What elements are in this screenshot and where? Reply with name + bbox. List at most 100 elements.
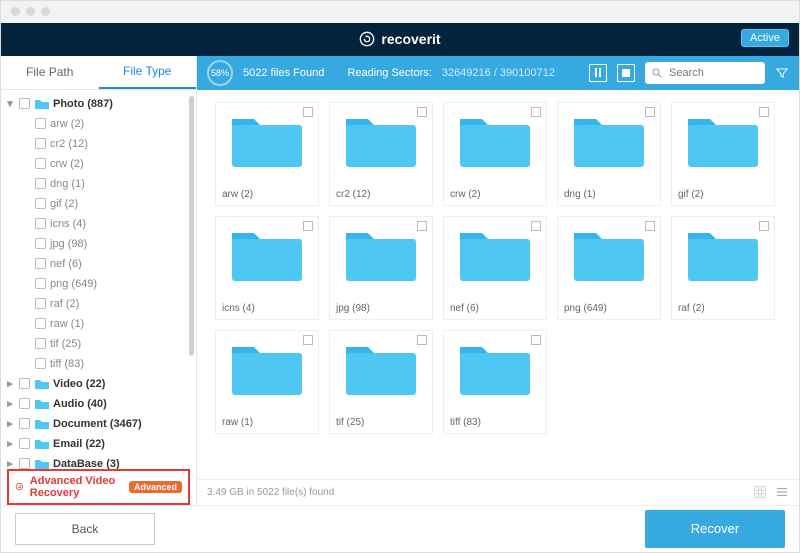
chevron-right-icon[interactable]: ▸ [5,417,15,430]
checkbox[interactable] [19,438,30,449]
tree-group-email[interactable]: ▸Email (22) [1,434,196,454]
checkbox[interactable] [303,221,313,231]
tree-child[interactable]: tiff (83) [1,354,196,374]
tree-group-document[interactable]: ▸ Document (3467) [1,414,196,434]
tree-child[interactable]: cr2 (12) [1,134,196,154]
tree-child[interactable]: raf (2) [1,294,196,314]
reading-sectors-label: Reading Sectors: [347,67,431,79]
checkbox[interactable] [35,278,46,289]
tree-group-audio[interactable]: ▸Audio (40) [1,394,196,414]
tree-label: tif (25) [50,338,81,350]
recover-button[interactable]: Recover [645,510,785,548]
checkbox[interactable] [35,178,46,189]
checkbox[interactable] [531,107,541,117]
checkbox[interactable] [645,107,655,117]
folder-name: tif (25) [336,417,364,428]
tree-child[interactable]: tif (25) [1,334,196,354]
tree-group-database[interactable]: ▸ DataBase (3) [1,454,196,469]
folder-card[interactable]: raw (1) [215,330,319,434]
folder-card[interactable]: tiff (83) [443,330,547,434]
checkbox[interactable] [19,418,30,429]
checkbox[interactable] [35,298,46,309]
checkbox[interactable] [35,118,46,129]
folder-card[interactable]: gif (2) [671,102,775,206]
checkbox[interactable] [35,158,46,169]
tree-child[interactable]: icns (4) [1,214,196,234]
checkbox[interactable] [303,107,313,117]
checkbox[interactable] [303,335,313,345]
folder-card[interactable]: nef (6) [443,216,547,320]
search-box[interactable] [645,62,765,84]
tree-child[interactable]: gif (2) [1,194,196,214]
checkbox[interactable] [35,138,46,149]
folder-card[interactable]: png (649) [557,216,661,320]
active-badge[interactable]: Active [741,29,789,47]
checkbox[interactable] [759,107,769,117]
folder-card[interactable]: raf (2) [671,216,775,320]
tree-child[interactable]: arw (2) [1,114,196,134]
folder-card[interactable]: cr2 (12) [329,102,433,206]
folder-name: raf (2) [678,303,705,314]
grid-view-icon[interactable] [753,485,767,499]
back-button[interactable]: Back [15,513,155,545]
checkbox[interactable] [35,358,46,369]
folder-card[interactable]: jpg (98) [329,216,433,320]
checkbox[interactable] [645,221,655,231]
chevron-right-icon[interactable]: ▸ [5,377,15,390]
tree-child[interactable]: crw (2) [1,154,196,174]
folder-icon [458,339,532,397]
checkbox[interactable] [531,221,541,231]
checkbox[interactable] [19,458,30,469]
status-summary: 3.49 GB in 5022 file(s) found [207,487,334,498]
tree-child[interactable]: raw (1) [1,314,196,334]
folder-card[interactable]: crw (2) [443,102,547,206]
folder-card[interactable]: icns (4) [215,216,319,320]
folder-card[interactable]: dng (1) [557,102,661,206]
checkbox[interactable] [417,107,427,117]
advanced-video-recovery[interactable]: Advanced Video Recovery Advanced [7,469,190,505]
tree-label: Video (22) [53,378,105,390]
checkbox[interactable] [759,221,769,231]
checkbox[interactable] [19,98,30,109]
folder-card[interactable]: tif (25) [329,330,433,434]
tree-label: DataBase (3) [53,458,120,469]
checkbox[interactable] [35,218,46,229]
checkbox[interactable] [417,221,427,231]
checkbox[interactable] [35,238,46,249]
checkbox[interactable] [35,338,46,349]
email-icon [34,438,49,450]
filter-icon[interactable] [775,66,789,80]
chevron-right-icon[interactable]: ▸ [5,437,15,450]
tree-group-video[interactable]: ▸ Video (22) [1,374,196,394]
tab-file-type[interactable]: File Type [99,56,197,89]
video-icon [34,378,49,390]
pause-button[interactable] [589,64,607,82]
tree-child[interactable]: dng (1) [1,174,196,194]
tree-label: Document (3467) [53,418,142,430]
chevron-right-icon[interactable]: ▸ [5,397,15,410]
checkbox[interactable] [35,258,46,269]
chevron-right-icon[interactable]: ▸ [5,457,15,469]
checkbox[interactable] [531,335,541,345]
traffic-min-icon[interactable] [26,7,35,16]
tree-scrollbar[interactable] [189,96,194,356]
folder-name: arw (2) [222,189,253,200]
tree-label: nef (6) [50,258,82,270]
tab-file-path[interactable]: File Path [1,56,99,89]
search-input[interactable] [669,67,749,79]
chevron-down-icon[interactable]: ▾ [5,97,15,110]
tree-root-photo[interactable]: ▾ Photo (887) [1,94,196,114]
list-view-icon[interactable] [775,485,789,499]
traffic-max-icon[interactable] [41,7,50,16]
traffic-close-icon[interactable] [11,7,20,16]
checkbox[interactable] [19,378,30,389]
checkbox[interactable] [19,398,30,409]
checkbox[interactable] [35,318,46,329]
stop-button[interactable] [617,64,635,82]
folder-card[interactable]: arw (2) [215,102,319,206]
checkbox[interactable] [417,335,427,345]
checkbox[interactable] [35,198,46,209]
tree-child[interactable]: nef (6) [1,254,196,274]
tree-child[interactable]: png (649) [1,274,196,294]
tree-child[interactable]: jpg (98) [1,234,196,254]
